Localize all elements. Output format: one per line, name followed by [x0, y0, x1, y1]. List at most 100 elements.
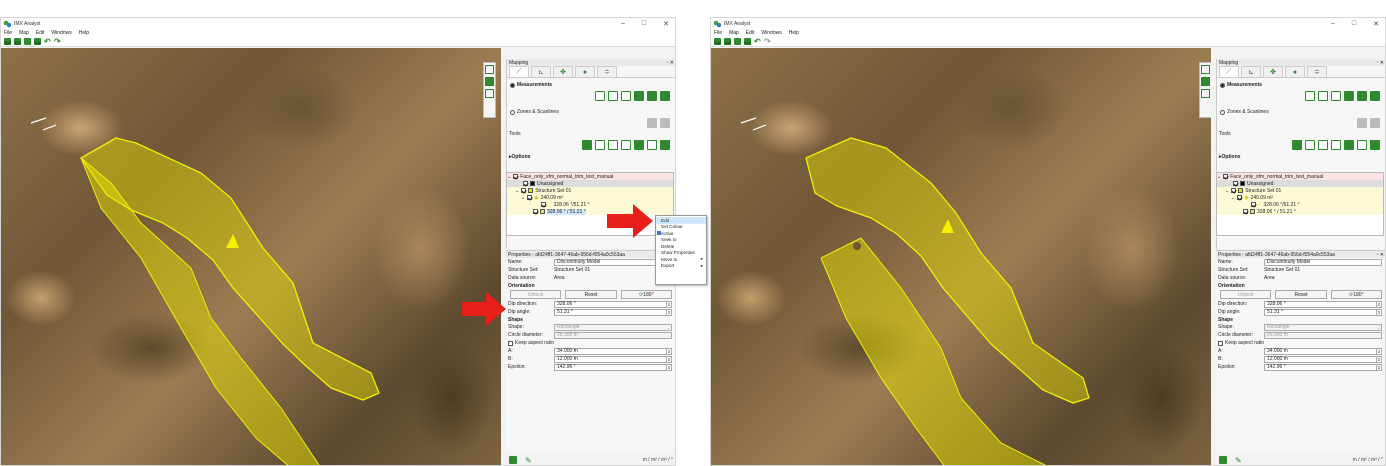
- structure-set-checkbox[interactable]: [521, 188, 527, 193]
- context-item-export[interactable]: Export ▸: [656, 263, 706, 270]
- menu-map[interactable]: Map: [729, 30, 739, 36]
- tab-points[interactable]: ✤: [553, 66, 573, 77]
- area-checkbox[interactable]: [1237, 195, 1243, 200]
- scanline-tool-icon[interactable]: [660, 118, 670, 128]
- tab-structures[interactable]: ⟋: [1219, 66, 1239, 77]
- print-icon[interactable]: [744, 38, 751, 45]
- tool-4-icon[interactable]: [621, 140, 631, 150]
- a-field[interactable]: 34.000 m ⇕: [1264, 347, 1382, 355]
- tool-4-icon[interactable]: [1331, 140, 1341, 150]
- epsilon-spinner[interactable]: ⇕: [666, 364, 671, 370]
- list-view-icon[interactable]: [1219, 456, 1227, 464]
- b-spinner[interactable]: ⇕: [666, 356, 671, 362]
- options-expander[interactable]: ▸ Options: [1217, 153, 1385, 160]
- aspect-checkbox[interactable]: [1218, 340, 1223, 346]
- zones-radio[interactable]: [510, 109, 515, 115]
- redo-icon[interactable]: ↷: [764, 38, 771, 46]
- measurements-option[interactable]: Measurements: [1217, 78, 1385, 88]
- options-expander[interactable]: ▸ Options: [507, 153, 675, 160]
- epsilon-spinner[interactable]: ⇕: [1376, 364, 1381, 370]
- shape-select[interactable]: Rectangle ⌄: [1264, 323, 1382, 331]
- tab-points[interactable]: ✤: [1263, 66, 1283, 77]
- measurements-radio[interactable]: [1220, 82, 1225, 88]
- camera-icon[interactable]: [485, 65, 494, 74]
- tree-structure-set[interactable]: ⌄ Structure Set 01: [1217, 187, 1383, 194]
- shape-select[interactable]: Rectangle ⌄: [554, 323, 672, 331]
- tool-1-icon[interactable]: [582, 140, 592, 150]
- list-view-icon[interactable]: [509, 456, 517, 464]
- tool-6-icon[interactable]: [647, 140, 657, 150]
- joint-tool-icon[interactable]: [647, 91, 657, 101]
- dip-angle-spinner[interactable]: ⇕: [666, 309, 671, 315]
- close-icon[interactable]: ✕: [663, 20, 669, 28]
- tool-6-icon[interactable]: [1357, 140, 1367, 150]
- menu-help[interactable]: Help: [789, 30, 799, 36]
- fit-view-icon[interactable]: [485, 89, 494, 98]
- tab-lines[interactable]: ⊾: [531, 66, 551, 77]
- 3d-viewport[interactable]: [1, 48, 501, 465]
- measurements-radio[interactable]: [510, 82, 515, 88]
- dip-direction-field[interactable]: 328.06 ° ⇕: [554, 300, 672, 308]
- select-tool-icon[interactable]: [1201, 77, 1210, 86]
- minimize-icon[interactable]: –: [1331, 20, 1335, 27]
- unassigned-checkbox[interactable]: [523, 181, 528, 186]
- epsilon-field[interactable]: 142.96 ° ⇕: [1264, 363, 1382, 371]
- menu-file[interactable]: File: [714, 30, 722, 36]
- pen-icon[interactable]: ✎: [525, 456, 532, 465]
- tree-area[interactable]: ⌄ ◉ 240.09 m²: [507, 194, 673, 201]
- tab-blocks[interactable]: ●: [575, 66, 595, 77]
- aspect-row[interactable]: Keep aspect ratio: [1216, 339, 1385, 347]
- reset-button[interactable]: Reset: [565, 290, 617, 299]
- trace-tool-icon[interactable]: [621, 91, 631, 101]
- window-tool-icon[interactable]: [1370, 91, 1380, 101]
- aspect-checkbox[interactable]: [508, 340, 513, 346]
- maximize-icon[interactable]: □: [642, 20, 646, 27]
- undo-icon[interactable]: ↶: [44, 38, 51, 46]
- unlock-button[interactable]: Unlock: [1220, 290, 1272, 299]
- a-spinner[interactable]: ⇕: [666, 348, 671, 354]
- camera-icon[interactable]: [1201, 65, 1210, 74]
- 3d-viewport[interactable]: [711, 48, 1211, 465]
- tool-5-icon[interactable]: [1344, 140, 1354, 150]
- tree-area[interactable]: ⌄ ◉ 240.09 m²: [1217, 194, 1383, 201]
- area-tool-icon[interactable]: [1344, 91, 1354, 101]
- tool-7-icon[interactable]: [1370, 140, 1380, 150]
- unlock-button[interactable]: Unlock: [510, 290, 562, 299]
- tree-root[interactable]: ⌄ Face_only_sfm_normal_trim_test_manual: [507, 173, 673, 180]
- zones-option[interactable]: Zones & Scanlines: [1217, 105, 1385, 115]
- b-spinner[interactable]: ⇕: [1376, 356, 1381, 362]
- aspect-row[interactable]: Keep aspect ratio: [506, 339, 675, 347]
- zones-radio[interactable]: [1220, 109, 1225, 115]
- scanline-tool-icon[interactable]: [1370, 118, 1380, 128]
- minimize-icon[interactable]: –: [621, 20, 625, 27]
- a-spinner[interactable]: ⇕: [1376, 348, 1381, 354]
- rectangle-handle[interactable]: [853, 242, 861, 250]
- menu-file[interactable]: File: [4, 30, 12, 36]
- tree-item-2[interactable]: 328.06 ° / 51.21 °: [1217, 208, 1383, 215]
- dip-angle-spinner[interactable]: ⇕: [1376, 309, 1381, 315]
- polyline-tool-icon[interactable]: [1318, 91, 1328, 101]
- tab-layers[interactable]: ≑: [1307, 66, 1327, 77]
- name-field[interactable]: Discontinuity Model: [1264, 258, 1382, 266]
- plane-tool-icon[interactable]: [595, 91, 605, 101]
- tree-item-1[interactable]: ⟋ 328.06 °/51.21 °: [1217, 201, 1383, 208]
- undo-icon[interactable]: ↶: [754, 38, 761, 46]
- reset-button[interactable]: Reset: [1275, 290, 1327, 299]
- root-checkbox[interactable]: [1223, 174, 1229, 179]
- dip-direction-spinner[interactable]: ⇕: [1376, 301, 1381, 307]
- tool-2-icon[interactable]: [595, 140, 605, 150]
- circle-field[interactable]: 25.000 m: [1264, 331, 1382, 339]
- tab-blocks[interactable]: ●: [1285, 66, 1305, 77]
- b-field[interactable]: 12.000 m ⇕: [1264, 355, 1382, 363]
- tree-unassigned[interactable]: Unassigned: [1217, 180, 1383, 187]
- tool-3-icon[interactable]: [608, 140, 618, 150]
- dip-direction-spinner[interactable]: ⇕: [666, 301, 671, 307]
- measurements-option[interactable]: Measurements: [507, 78, 675, 88]
- item-1-checkbox[interactable]: [541, 202, 546, 207]
- open-icon[interactable]: [724, 38, 731, 45]
- tab-layers[interactable]: ≑: [597, 66, 617, 77]
- tool-2-icon[interactable]: [1305, 140, 1315, 150]
- tree-root[interactable]: ⌄ Face_only_sfm_normal_trim_test_manual: [1217, 173, 1383, 180]
- item-2-checkbox[interactable]: [1243, 209, 1248, 214]
- unassigned-checkbox[interactable]: [1233, 181, 1238, 186]
